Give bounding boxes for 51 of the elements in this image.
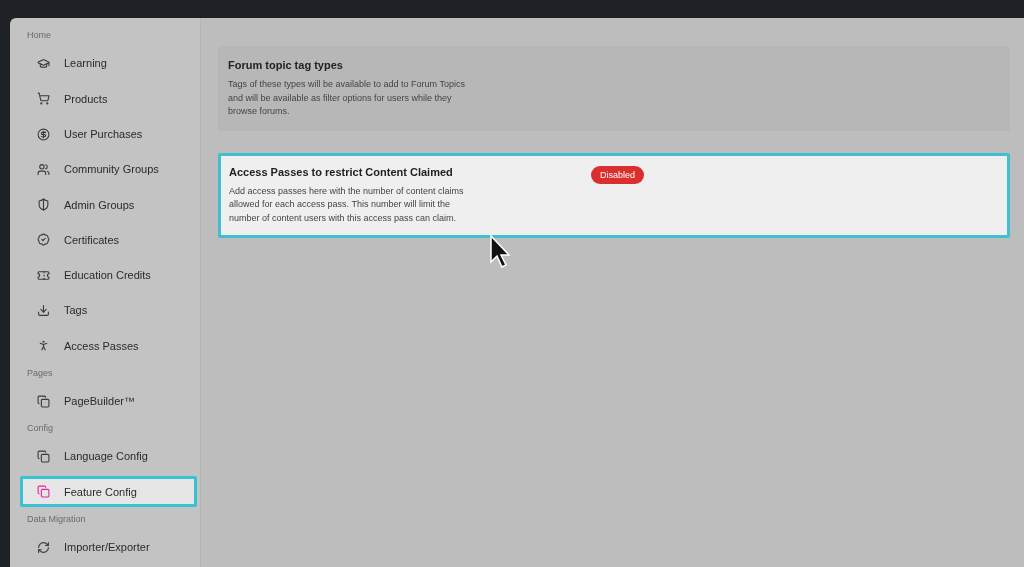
cart-icon xyxy=(37,92,50,106)
status-badge: Disabled xyxy=(591,165,645,184)
sidebar-item[interactable]: Importer/Exporter xyxy=(20,531,197,563)
sidebar-item[interactable]: Learning xyxy=(20,48,197,79)
sidebar-item-label: Access Passes xyxy=(64,339,139,352)
sidebar-item[interactable]: Access Passes xyxy=(20,330,197,362)
feature-title: Access Passes to restrict Content Claimed xyxy=(229,165,454,178)
copy-icon xyxy=(37,394,50,408)
sidebar-item-label: Tags xyxy=(64,304,88,317)
section-title: Pages xyxy=(26,366,54,380)
sidebar-item-label: Certificates xyxy=(64,233,120,246)
sidebar-item[interactable]: Feature Config xyxy=(20,476,197,508)
sidebar-item-label: PageBuilder™ xyxy=(64,395,135,408)
feature-title: Forum topic tag types xyxy=(228,59,344,71)
sidebar-item[interactable]: Admin Groups xyxy=(20,189,197,220)
sidebar-item-label: User Purchases xyxy=(64,128,143,140)
sidebar-item[interactable]: Tags xyxy=(20,295,197,326)
dollar-icon xyxy=(37,127,50,141)
sidebar-item[interactable]: PageBuilder™ xyxy=(20,385,197,417)
refresh-icon xyxy=(37,540,50,554)
section-title: Data Migration xyxy=(26,512,87,526)
sidebar-item[interactable]: Community Groups xyxy=(20,153,197,185)
sidebar-item[interactable]: Products xyxy=(20,83,197,115)
sidebar-item-label: Feature Config xyxy=(64,485,137,498)
sidebar-item-label: Education Credits xyxy=(64,269,151,282)
sidebar-item-label: Community Groups xyxy=(64,163,159,176)
sidebar-item[interactable]: Education Credits xyxy=(20,259,197,291)
feature-card[interactable] xyxy=(218,152,1010,238)
copy-icon xyxy=(37,485,50,499)
cursor-icon xyxy=(489,234,513,270)
users-icon xyxy=(37,162,50,176)
sidebar-item[interactable]: Language Config xyxy=(20,441,197,472)
sidebar-item-label: Products xyxy=(64,92,108,105)
ticket-icon xyxy=(37,268,50,282)
section-title: Home xyxy=(26,29,52,42)
copy-icon xyxy=(37,450,50,463)
sidebar-item-label: Language Config xyxy=(64,450,148,463)
sidebar-item[interactable]: Certificates xyxy=(20,224,197,256)
feature-description: Tags of these types will be available to add to Forum Topics and will be available as filter options for users while they browse forums. xyxy=(228,78,466,118)
sidebar-item-label: Admin Groups xyxy=(64,198,135,211)
feature-description: Add access passes here with the number of content claims allowed for each access pass. This number will limit the number of content users with this access pass can claim. xyxy=(229,184,465,225)
feature-card[interactable]: Forum topic tag types Tags of these types will be available to add to Forum Topics and will be available as filter options for users while they browse forums. xyxy=(218,46,1010,131)
sidebar-item[interactable]: User Purchases xyxy=(20,118,197,150)
graduation-cap-icon xyxy=(37,56,50,70)
shield-icon xyxy=(37,198,50,212)
download-icon xyxy=(37,303,50,317)
sidebar-item-label: Importer/Exporter xyxy=(64,541,150,554)
sidebar-item-label: Learning xyxy=(64,57,107,70)
person-icon xyxy=(37,339,50,353)
section-title: Config xyxy=(26,422,54,436)
badge-check-icon xyxy=(37,233,50,247)
